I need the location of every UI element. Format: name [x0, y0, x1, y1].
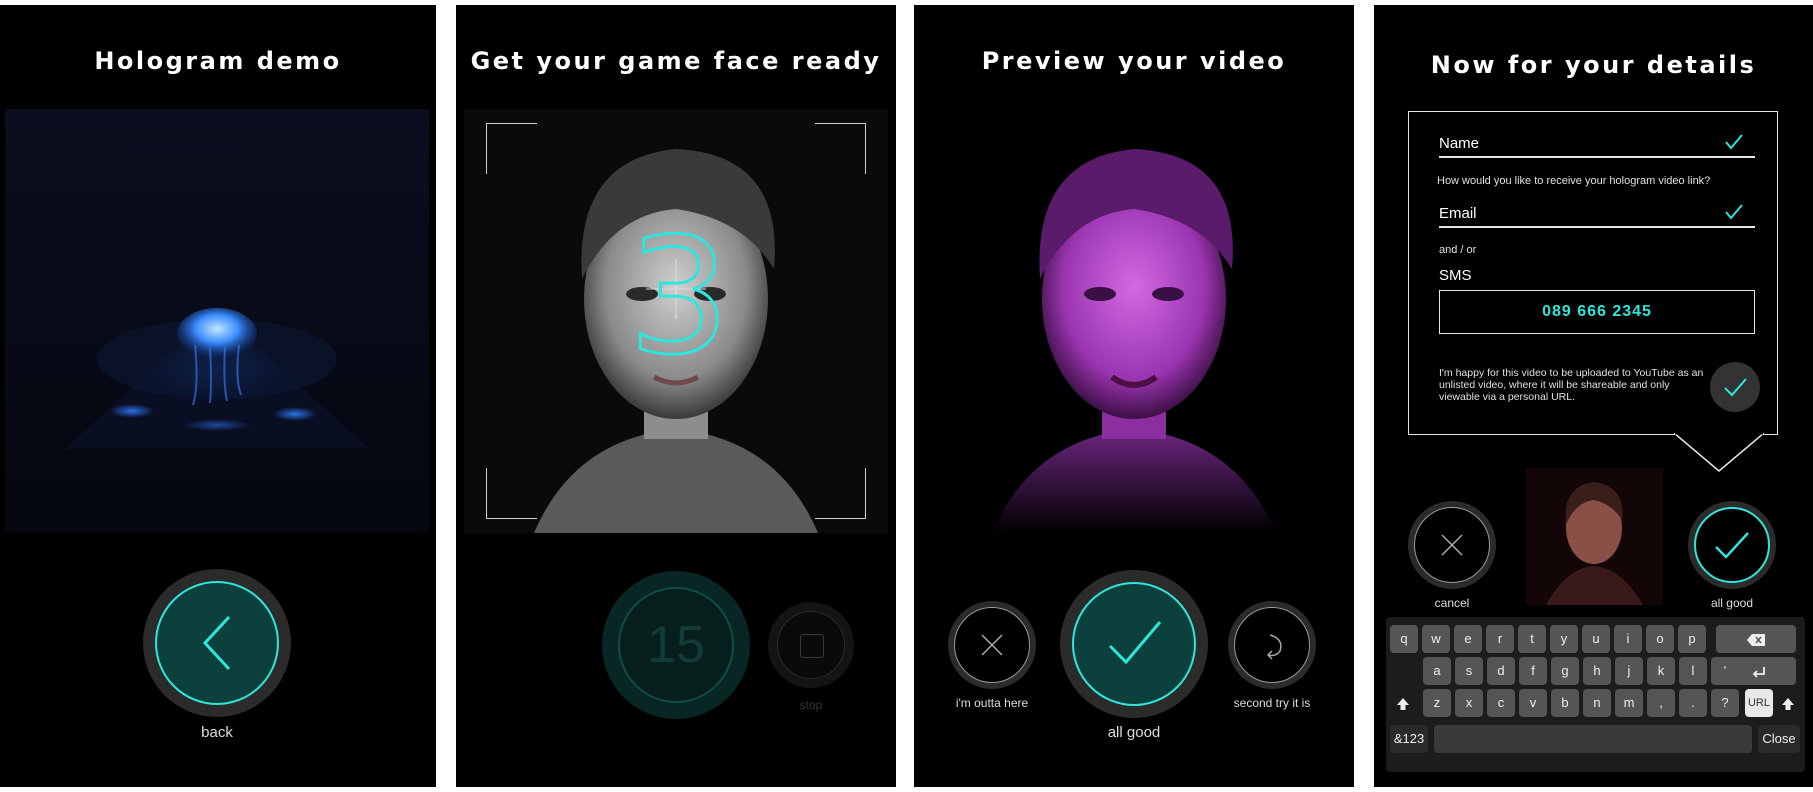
- backspace-icon: [1747, 633, 1765, 646]
- checkmark-icon: [1108, 621, 1162, 665]
- key-row1-4[interactable]: t: [1518, 625, 1546, 653]
- all-good-button[interactable]: [1688, 501, 1776, 589]
- screen-title: Hologram demo: [94, 47, 342, 75]
- video-preview: [922, 109, 1346, 533]
- retry-label: second try it is: [1233, 696, 1311, 710]
- key-row2-7[interactable]: k: [1647, 657, 1675, 685]
- key-row1-9[interactable]: p: [1678, 625, 1706, 653]
- key-row3-5[interactable]: n: [1583, 689, 1611, 717]
- email-field-label: Email: [1439, 205, 1477, 222]
- checkmark-icon: [1725, 134, 1743, 150]
- sms-field[interactable]: 089 666 2345: [1439, 290, 1755, 334]
- face-photo-magenta: [992, 149, 1276, 533]
- key-close[interactable]: Close: [1758, 725, 1800, 753]
- key-row2-4[interactable]: g: [1551, 657, 1579, 685]
- key-row1-2[interactable]: e: [1454, 625, 1482, 653]
- youtube-consent-text: I'm happy for this video to be uploaded …: [1439, 367, 1704, 403]
- close-icon: [1441, 534, 1463, 556]
- hologram-jellyfish-image: [65, 308, 369, 449]
- key-row3-6[interactable]: m: [1615, 689, 1643, 717]
- cancel-label: i'm outta here: [955, 696, 1029, 710]
- key-row3-9[interactable]: ?: [1711, 689, 1739, 717]
- hologram-demo-video: [5, 109, 429, 533]
- checkmark-icon: [1725, 204, 1743, 220]
- key-row2-5[interactable]: h: [1583, 657, 1611, 685]
- key-row3-3[interactable]: v: [1519, 689, 1547, 717]
- shift-icon: [1397, 697, 1409, 710]
- key-shift-left[interactable]: [1390, 689, 1416, 717]
- form-pointer: [1674, 433, 1764, 472]
- key-row3-2[interactable]: c: [1487, 689, 1515, 717]
- cancel-button[interactable]: [948, 601, 1036, 689]
- back-button[interactable]: [143, 569, 291, 717]
- timer-value: 15: [647, 616, 705, 674]
- all-good-button[interactable]: [1060, 570, 1208, 718]
- name-field[interactable]: [1439, 156, 1755, 158]
- return-icon: [1752, 666, 1765, 678]
- key-row2-0[interactable]: a: [1423, 657, 1451, 685]
- key-row1-0[interactable]: q: [1390, 625, 1418, 653]
- back-label: back: [201, 724, 233, 741]
- consent-toggle[interactable]: [1710, 362, 1760, 412]
- email-field[interactable]: [1439, 226, 1755, 228]
- retry-button[interactable]: [1228, 601, 1316, 689]
- details-form: Name How would you like to receive your …: [1408, 111, 1778, 435]
- key-backspace[interactable]: [1716, 625, 1796, 653]
- face-thumbnail-image: [1546, 482, 1643, 605]
- shift-icon: [1782, 697, 1794, 710]
- key-shift-right[interactable]: [1776, 689, 1800, 717]
- key-row1-7[interactable]: i: [1614, 625, 1642, 653]
- cancel-label: cancel: [1434, 596, 1470, 610]
- key-row3-4[interactable]: b: [1551, 689, 1579, 717]
- key-space[interactable]: [1434, 725, 1752, 753]
- camera-viewfinder: 3: [464, 109, 888, 533]
- key-row2-1[interactable]: s: [1455, 657, 1483, 685]
- video-thumbnail: [1526, 468, 1663, 605]
- all-good-label: all good: [1710, 596, 1754, 610]
- key-row2-6[interactable]: j: [1615, 657, 1643, 685]
- on-screen-keyboard: URL &123 Close q w e r t y u i o p a s d f g h j k l ' z x c v b…: [1386, 617, 1805, 772]
- close-icon: [981, 634, 1003, 656]
- screen-title: Get your game face ready: [470, 47, 882, 75]
- key-row2-2[interactable]: d: [1487, 657, 1515, 685]
- key-row2-3[interactable]: f: [1519, 657, 1547, 685]
- recording-timer: 15: [602, 571, 750, 719]
- key-row3-8[interactable]: .: [1679, 689, 1707, 717]
- key-row1-5[interactable]: y: [1550, 625, 1578, 653]
- stop-button[interactable]: [768, 602, 854, 688]
- retry-arrow-icon: [1266, 634, 1282, 660]
- checkmark-icon: [1724, 378, 1747, 397]
- and-or-label: and / or: [1439, 244, 1477, 256]
- key-row1-8[interactable]: o: [1646, 625, 1674, 653]
- checkmark-icon: [1715, 532, 1749, 559]
- key-row3-7[interactable]: ,: [1647, 689, 1675, 717]
- screen-title: Preview your video: [981, 47, 1287, 75]
- key-row1-6[interactable]: u: [1582, 625, 1610, 653]
- all-good-label: all good: [1107, 724, 1161, 741]
- delivery-question: How would you like to receive your holog…: [1437, 175, 1711, 187]
- screen-title: Now for your details: [1430, 51, 1757, 79]
- key-row3-0[interactable]: z: [1423, 689, 1451, 717]
- key-row2-8[interactable]: l: [1679, 657, 1707, 685]
- chevron-left-icon: [202, 615, 231, 671]
- key-row3-1[interactable]: x: [1455, 689, 1483, 717]
- stop-label: stop: [799, 698, 823, 712]
- key-url[interactable]: URL: [1745, 689, 1773, 717]
- countdown-screen: Get your game face ready 3 15 stop: [456, 5, 896, 787]
- preview-screen: Preview your video i'm outta here all go…: [914, 5, 1354, 787]
- cancel-button[interactable]: [1408, 501, 1496, 589]
- name-field-label: Name: [1439, 135, 1480, 152]
- key-row1-1[interactable]: w: [1422, 625, 1450, 653]
- stop-icon: [800, 634, 824, 658]
- sms-field-label: SMS: [1439, 267, 1472, 284]
- key-row1-3[interactable]: r: [1486, 625, 1514, 653]
- key-numbers[interactable]: &123: [1390, 725, 1428, 753]
- key-row2-9[interactable]: ': [1711, 657, 1739, 685]
- countdown-number: 3: [627, 203, 732, 390]
- hologram-demo-screen: Hologram demo back: [0, 5, 436, 787]
- details-screen: Now for your details Name How would you …: [1374, 5, 1813, 787]
